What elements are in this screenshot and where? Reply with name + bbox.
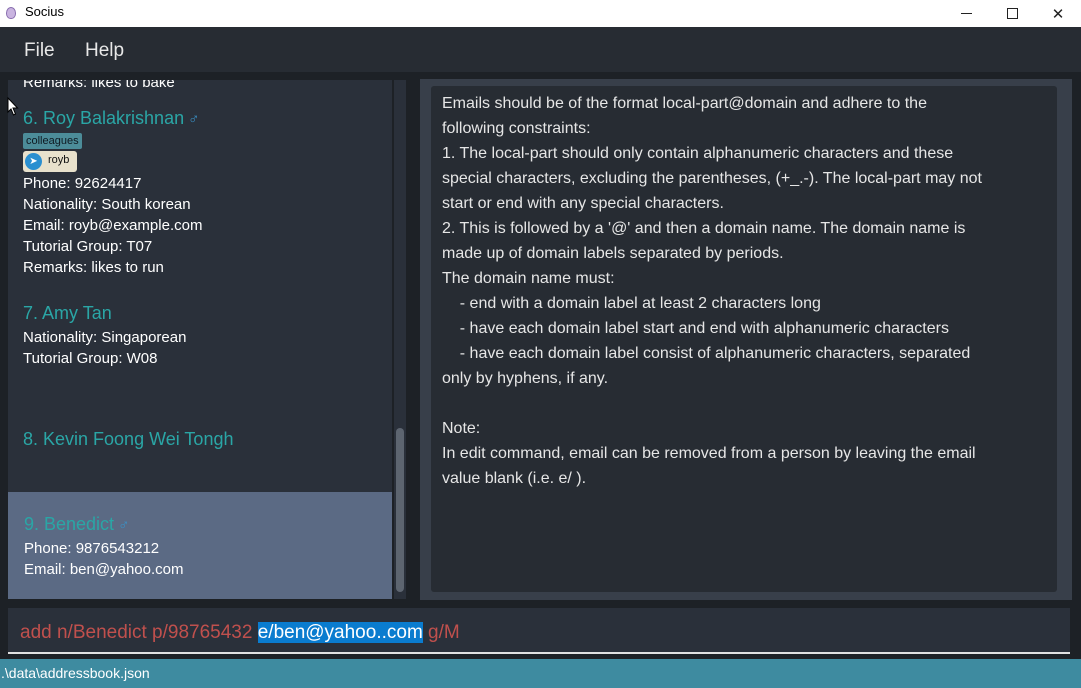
command-text-before: add n/Benedict p/98765432 [20, 622, 258, 643]
mouse-cursor-icon [7, 97, 19, 116]
email-text: Email: royb@example.com [23, 217, 203, 234]
person-card-amy[interactable]: 7. Amy Tan Nationality: Singaporean Tuto… [8, 292, 392, 417]
telegram-badge[interactable]: ➤ royb [23, 151, 77, 172]
result-line: In edit command, email can be removed fr… [442, 445, 976, 462]
result-line: - end with a domain label at least 2 cha… [442, 295, 821, 312]
result-line: start or end with any special characters… [442, 195, 724, 212]
menu-help[interactable]: Help [85, 40, 124, 62]
window-title: Socius [25, 4, 65, 19]
person-name: 6. Roy Balakrishnan ♂ [23, 108, 200, 128]
result-line: - have each domain label consist of alph… [442, 345, 971, 362]
result-panel: Emails should be of the format local-par… [420, 79, 1072, 600]
result-line: - have each domain label start and end w… [442, 320, 949, 337]
command-text-after: g/M [422, 622, 460, 643]
maximize-button[interactable] [989, 0, 1035, 27]
male-icon: ♂ [188, 111, 200, 128]
command-selected-text: e/ben@yahoo..com [257, 622, 423, 643]
status-bar: .\data\addressbook.json [0, 659, 1081, 688]
nationality-text: Nationality: South korean [23, 196, 191, 213]
result-line: made up of domain labels separated by pe… [442, 245, 784, 262]
person-card[interactable]: Remarks: likes to bake [8, 80, 392, 102]
list-scrollbar-thumb[interactable] [396, 428, 404, 592]
person-name: 7. Amy Tan [23, 303, 112, 323]
minimize-icon [960, 13, 972, 14]
result-line: Note: [442, 420, 481, 437]
tutorial-group-text: Tutorial Group: W08 [23, 350, 158, 367]
person-card-kevin[interactable]: 8. Kevin Foong Wei Tongh [8, 417, 392, 492]
menu-bar: File Help [0, 27, 1081, 72]
tag-label: colleagues [23, 133, 82, 149]
app-icon [6, 7, 16, 19]
tutorial-group-text: Tutorial Group: T07 [23, 238, 153, 255]
result-line: Emails should be of the format local-par… [442, 95, 927, 112]
phone-text: Phone: 92624417 [23, 175, 142, 192]
person-name: 9. Benedict ♂ [24, 514, 130, 534]
command-input[interactable]: add n/Benedict p/98765432 e/ben@yahoo..c… [8, 608, 1070, 654]
close-icon: ✕ [1051, 4, 1065, 23]
menu-file[interactable]: File [24, 40, 55, 62]
minimize-button[interactable] [943, 0, 989, 27]
result-line: following constraints: [442, 120, 591, 137]
command-bar: add n/Benedict p/98765432 e/ben@yahoo..c… [0, 606, 1081, 659]
person-card-roy[interactable]: 6. Roy Balakrishnan ♂ colleagues ➤ royb P… [8, 102, 392, 292]
nationality-text: Nationality: Singaporean [23, 329, 187, 346]
telegram-handle: royb [48, 154, 70, 166]
result-line: special characters, excluding the parent… [442, 170, 982, 187]
person-list-panel: Remarks: likes to bake 6. Roy Balakrishn… [0, 72, 410, 606]
result-line: only by hyphens, if any. [442, 370, 609, 387]
close-button[interactable]: ✕ [1035, 0, 1081, 27]
male-icon: ♂ [118, 517, 130, 534]
email-text: Email: ben@yahoo.com [24, 561, 184, 578]
result-line: 1. The local-part should only contain al… [442, 145, 954, 162]
result-line: 2. This is followed by a '@' and then a … [442, 220, 966, 237]
data-file-path: .\data\addressbook.json [1, 665, 150, 681]
person-card-benedict[interactable]: 9. Benedict ♂ Phone: 9876543212 Email: be… [8, 492, 392, 599]
remarks-text: Remarks: likes to bake [23, 80, 175, 91]
telegram-icon: ➤ [25, 153, 42, 170]
person-name: 8. Kevin Foong Wei Tongh [23, 429, 234, 449]
result-display[interactable]: Emails should be of the format local-par… [431, 86, 1057, 592]
person-list[interactable]: Remarks: likes to bake 6. Roy Balakrishn… [8, 80, 392, 599]
result-line: value blank (i.e. e/ ). [442, 470, 587, 487]
remarks-text: Remarks: likes to run [23, 259, 164, 276]
command-text[interactable]: add n/Benedict p/98765432 e/ben@yahoo..c… [20, 622, 460, 644]
title-bar: Socius ✕ [0, 0, 1081, 27]
maximize-icon [1006, 8, 1018, 19]
result-line: The domain name must: [442, 270, 615, 287]
phone-text: Phone: 9876543212 [24, 540, 160, 557]
